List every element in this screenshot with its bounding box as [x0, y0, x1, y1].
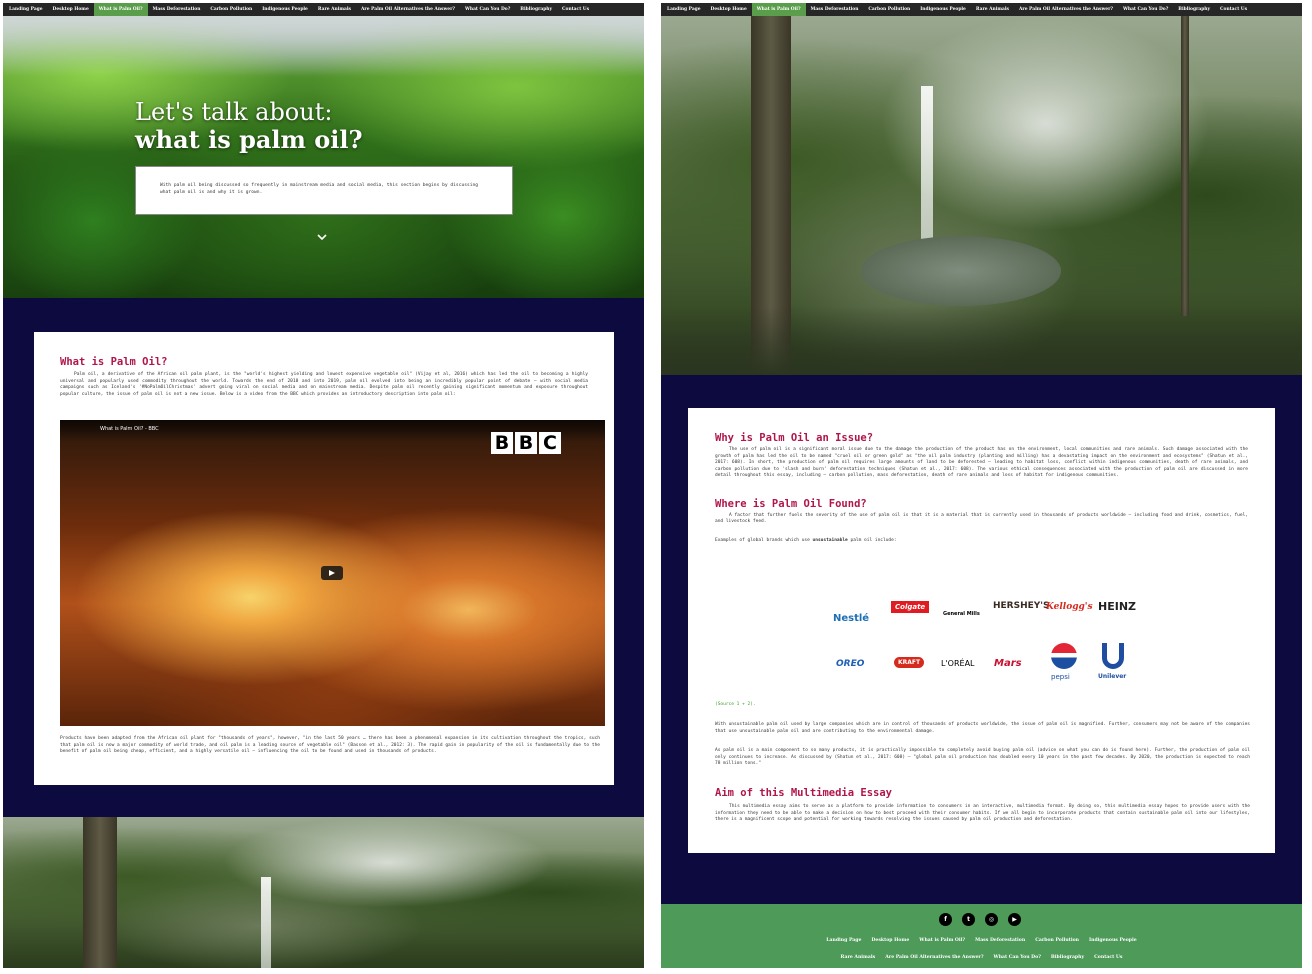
footer-link[interactable]: Contact Us [1094, 955, 1122, 960]
footer-link[interactable]: Are Palm Oil Alternatives the Answer? [885, 955, 983, 960]
section-paragraph: The use of palm oil is a significant mor… [715, 447, 1248, 478]
nav-contact-us[interactable]: Contact Us [557, 3, 594, 16]
nav-landing-page[interactable]: Landing Page [662, 3, 706, 16]
logo-hersheys: HERSHEY'S [993, 601, 1050, 611]
tree-trunk [83, 817, 117, 968]
unilever-u-icon [1102, 643, 1124, 669]
nav-what-can-you-do[interactable]: What Can You Do? [460, 3, 515, 16]
brands-intro: Examples of global brands which use unsu… [715, 538, 1248, 545]
logo-kelloggs: Kellogg's [1046, 602, 1093, 612]
section-paragraph: This multimedia essay aims to serve as a… [715, 804, 1250, 822]
nav-what-can-you-do[interactable]: What Can You Do? [1118, 3, 1173, 16]
footer-nav-row1: Landing Page Desktop Home What is Palm O… [661, 938, 1302, 943]
hero-title-line1: Let's talk about: [135, 98, 333, 126]
logo-heinz: HEINZ [1098, 600, 1136, 613]
source-link[interactable]: (Source 1 + 2). [715, 702, 756, 709]
left-page-screenshot: Landing Page Desktop Home What is Palm O… [3, 3, 644, 968]
bbc-letter: B [515, 432, 537, 454]
nav-alternatives[interactable]: Are Palm Oil Alternatives the Answer? [1014, 3, 1118, 16]
facebook-icon[interactable]: f [939, 913, 952, 926]
nav-desktop-home[interactable]: Desktop Home [48, 3, 94, 16]
twitter-icon[interactable]: t [962, 913, 975, 926]
footer-link[interactable]: Carbon Pollution [1035, 938, 1079, 943]
section-heading: Aim of this Multimedia Essay [715, 787, 893, 799]
section-heading: What is Palm Oil? [60, 356, 168, 368]
text: palm oil include: [847, 537, 897, 543]
footer-link[interactable]: Indigenous People [1089, 938, 1137, 943]
article-card-what-is-palm-oil: What is Palm Oil? Palm oil, a derivative… [34, 332, 614, 785]
nav-carbon-pollution[interactable]: Carbon Pollution [205, 3, 257, 16]
footer-link[interactable]: What Can You Do? [994, 955, 1041, 960]
logo-loreal: L'ORÉAL [941, 659, 975, 668]
nav-what-is-palm-oil[interactable]: What is Palm Oil? [93, 3, 148, 16]
pepsi-globe-icon [1051, 643, 1077, 669]
logo-general-mills: General Mills [943, 611, 980, 617]
bbc-logo: B B C [491, 432, 561, 454]
section-paragraph-2: Products have been adapted from the Afri… [60, 736, 600, 754]
right-page-screenshot: Landing Page Desktop Home What is Palm O… [661, 3, 1302, 968]
hero-title: Let's talk about: what is palm oil? [135, 98, 363, 154]
nav-indigenous-people[interactable]: Indigenous People [915, 3, 971, 16]
logo-unilever: Unilever [1098, 673, 1127, 680]
nav-bibliography[interactable]: Bibliography [1173, 3, 1215, 16]
nav-contact-us[interactable]: Contact Us [1215, 3, 1252, 16]
nav-indigenous-people[interactable]: Indigenous People [257, 3, 313, 16]
pool [861, 236, 1061, 306]
waterfall-hero-image [661, 16, 1302, 375]
footer-link[interactable]: Landing Page [826, 938, 861, 943]
nav-bibliography[interactable]: Bibliography [515, 3, 557, 16]
footer-nav-row2: Rare Animals Are Palm Oil Alternatives t… [661, 955, 1302, 960]
footer-link[interactable]: Rare Animals [841, 955, 876, 960]
bbc-letter: B [491, 432, 513, 454]
hero-intro-box: With palm oil being discussed so frequen… [135, 166, 513, 215]
section-heading: Where is Palm Oil Found? [715, 497, 867, 510]
hero-title-line2: what is palm oil? [135, 125, 363, 154]
site-footer: f t ◎ ▶ Landing Page Desktop Home What i… [661, 904, 1302, 968]
nav-rare-animals[interactable]: Rare Animals [971, 3, 1014, 16]
logo-mars: Mars [994, 658, 1022, 669]
instagram-icon[interactable]: ◎ [985, 913, 998, 926]
footer-link[interactable]: Desktop Home [871, 938, 909, 943]
nav-carbon-pollution[interactable]: Carbon Pollution [863, 3, 915, 16]
section-heading: Why is Palm Oil an Issue? [715, 432, 874, 444]
logo-pepsi: pepsi [1051, 673, 1070, 681]
top-nav: Landing Page Desktop Home What is Palm O… [661, 3, 1302, 16]
video-title: What is Palm Oil? - BBC [100, 426, 159, 432]
play-icon[interactable] [321, 566, 343, 580]
logo-colgate: Colgate [891, 601, 930, 613]
nav-mass-deforestation[interactable]: Mass Deforestation [806, 3, 864, 16]
footer-link[interactable]: Mass Deforestation [975, 938, 1025, 943]
waterfall [921, 86, 933, 246]
nav-landing-page[interactable]: Landing Page [4, 3, 48, 16]
text: Examples of global brands which use [715, 537, 813, 543]
tree-trunk [1181, 16, 1189, 316]
logo-kraft: KRAFT [894, 657, 925, 668]
brand-logos: Nestlé Colgate General Mills HERSHEY'S K… [688, 583, 1275, 693]
nav-desktop-home[interactable]: Desktop Home [706, 3, 752, 16]
hero-jungle-image [3, 16, 644, 298]
article-card-issue: Why is Palm Oil an Issue? The use of pal… [688, 408, 1275, 853]
logo-nestle: Nestlé [833, 613, 870, 624]
bbc-video-player[interactable]: What is Palm Oil? - BBC B B C [60, 420, 605, 726]
footer-link[interactable]: Bibliography [1051, 955, 1084, 960]
top-nav: Landing Page Desktop Home What is Palm O… [3, 3, 644, 16]
waterfall [261, 877, 271, 968]
nav-alternatives[interactable]: Are Palm Oil Alternatives the Answer? [356, 3, 460, 16]
hero-intro-text: With palm oil being discussed so frequen… [160, 183, 479, 195]
section-paragraph: As palm oil is a main component to so ma… [715, 748, 1250, 766]
bbc-letter: C [539, 432, 561, 454]
section-paragraph: With unsustainable palm oil used by larg… [715, 722, 1250, 734]
bold-text: unsustainable [812, 537, 848, 543]
logo-oreo: OREO [836, 659, 865, 669]
waterfall-image [3, 817, 644, 968]
nav-mass-deforestation[interactable]: Mass Deforestation [148, 3, 206, 16]
footer-link[interactable]: What is Palm Oil? [919, 938, 965, 943]
chevron-down-icon[interactable] [316, 231, 328, 243]
nav-rare-animals[interactable]: Rare Animals [313, 3, 356, 16]
section-paragraph: Palm oil, a derivative of the African oi… [60, 372, 588, 397]
section-paragraph: A factor that further fuels the severity… [715, 512, 1248, 525]
nav-what-is-palm-oil[interactable]: What is Palm Oil? [751, 3, 806, 16]
youtube-icon[interactable]: ▶ [1008, 913, 1021, 926]
